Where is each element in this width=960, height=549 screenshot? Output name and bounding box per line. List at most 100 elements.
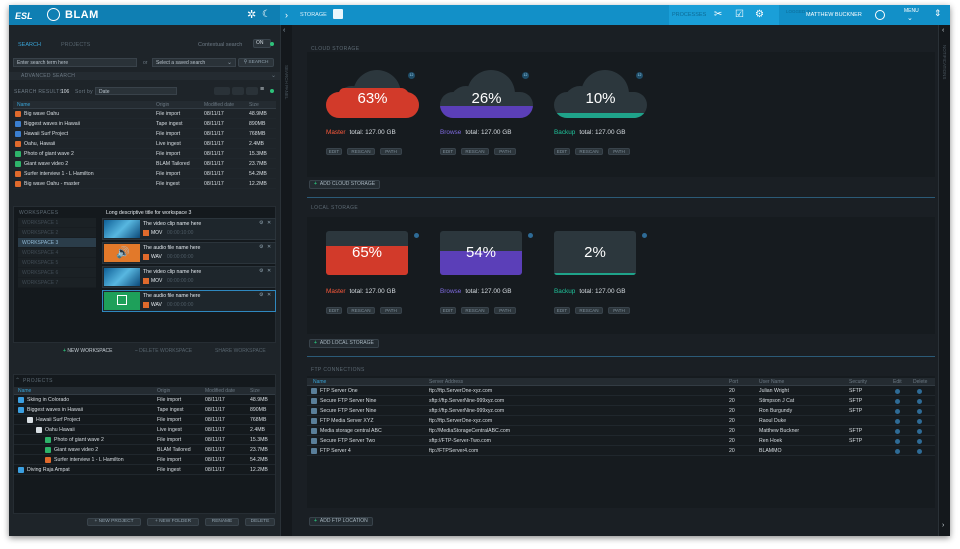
expand-right-icon[interactable]: ‹ [942, 27, 944, 34]
scissors-icon[interactable]: ✂ [714, 5, 722, 25]
ftp-delete-icon[interactable] [917, 419, 922, 424]
workspace-card[interactable]: The video clip name here MOV 00:00:00:00 ⚙ ✕ [102, 266, 276, 288]
cloud-gauge[interactable]: 10% [554, 70, 649, 120]
card-settings-icon[interactable]: ⚙ [259, 292, 263, 298]
projects-collapse-icon[interactable]: ⌃ [15, 377, 20, 384]
local-gauge[interactable]: 54% [440, 231, 522, 275]
breadcrumb-storage[interactable]: STORAGE [300, 12, 327, 18]
chevron-down-icon[interactable]: ⌄ [227, 59, 232, 66]
local-info-icon[interactable] [528, 233, 533, 238]
rescan-button[interactable]: RESCAN [575, 307, 603, 314]
logout-icon[interactable] [875, 10, 885, 20]
ftp-col-security[interactable]: Security [849, 378, 867, 386]
card-settings-icon[interactable]: ⚙ [259, 220, 263, 226]
rename-button[interactable]: RENAME [205, 518, 239, 526]
path-button[interactable]: PATH [608, 307, 630, 314]
view-thumb-icon[interactable] [246, 87, 258, 95]
card-close-icon[interactable]: ✕ [267, 268, 271, 274]
table-row[interactable]: Biggest waves in Hawaii Tape ingest 08/11/… [13, 119, 276, 129]
rescan-button[interactable]: RESCAN [575, 148, 603, 155]
ftp-col-user[interactable]: User Name [759, 378, 784, 386]
user-name[interactable]: MATTHEW BUCKNER [806, 12, 862, 18]
proj-col-origin[interactable]: Origin [157, 387, 170, 395]
card-close-icon[interactable]: ✕ [267, 220, 271, 226]
chevron-right-icon[interactable]: › [285, 5, 288, 25]
project-row[interactable]: Biggest waves in Hawaii Tape ingest 08/11/… [14, 405, 275, 415]
workspace-item[interactable]: WORKSPACE 3 [18, 238, 96, 248]
rescan-button[interactable]: RESCAN [461, 148, 489, 155]
edit-button[interactable]: EDIT [554, 307, 570, 314]
edit-button[interactable]: EDIT [326, 148, 342, 155]
add-local-storage-button[interactable]: + ADD LOCAL STORAGE [309, 339, 379, 348]
table-row[interactable]: Photo of giant wave 2 File import 08/11/17… [13, 149, 276, 159]
night-mode-icon[interactable]: ☾ [262, 5, 271, 25]
ftp-col-name[interactable]: Name [313, 378, 326, 386]
ftp-edit-icon[interactable] [895, 429, 900, 434]
workspace-item[interactable]: WORKSPACE 6 [18, 268, 96, 278]
approve-icon[interactable]: ☑ [735, 5, 744, 25]
cloud-badge[interactable]: 12 [408, 72, 415, 79]
edit-button[interactable]: EDIT [554, 148, 570, 155]
ftp-edit-icon[interactable] [895, 409, 900, 414]
process-gear-icon[interactable]: ⚙ [755, 5, 764, 25]
workspace-card[interactable]: The video clip name here MOV 00:00:10:00 ⚙ ✕ [102, 218, 276, 240]
card-settings-icon[interactable]: ⚙ [259, 268, 263, 274]
card-close-icon[interactable]: ✕ [267, 244, 271, 250]
ftp-row[interactable]: FTP Server One ftp://ftp.ServerOne-xyz.co… [307, 386, 935, 396]
local-info-icon[interactable] [414, 233, 419, 238]
ftp-edit-icon[interactable] [895, 449, 900, 454]
edit-button[interactable]: EDIT [440, 148, 456, 155]
path-button[interactable]: PATH [494, 307, 516, 314]
local-gauge[interactable]: 2% [554, 231, 636, 275]
col-size[interactable]: Size [249, 101, 259, 109]
ftp-delete-icon[interactable] [917, 399, 922, 404]
workspace-item[interactable]: WORKSPACE 4 [18, 248, 96, 258]
workspace-item[interactable]: WORKSPACE 5 [18, 258, 96, 268]
table-row[interactable]: Giant wave video 2 BLAM Tailored 08/11/17 2… [13, 159, 276, 169]
card-settings-icon[interactable]: ⚙ [259, 244, 263, 250]
ftp-edit-icon[interactable] [895, 399, 900, 404]
new-workspace-button[interactable]: + NEW WORKSPACE [63, 348, 113, 354]
view-details-icon[interactable]: ≡ [260, 86, 264, 93]
project-row[interactable]: Hawaii Surf Project File import 08/11/17 76… [14, 415, 275, 425]
project-row[interactable]: Giant wave video 2 BLAM Tailored 08/11/17 2… [14, 445, 275, 455]
advanced-chevron-icon[interactable]: ⌄ [271, 72, 276, 79]
workspace-item[interactable]: WORKSPACE 2 [18, 228, 96, 238]
rescan-button[interactable]: RESCAN [461, 307, 489, 314]
ftp-delete-icon[interactable] [917, 389, 922, 394]
search-input[interactable]: Enter search term here [13, 58, 137, 67]
ftp-row[interactable]: Secure FTP Server Nine sftp://ftp.ServerN… [307, 396, 935, 406]
contextual-toggle[interactable]: ON [253, 39, 271, 48]
collapse-left-icon[interactable]: ‹ [283, 27, 285, 34]
rescan-button[interactable]: RESCAN [347, 307, 375, 314]
project-row[interactable]: Diving Raja Ampat File ingest 08/11/17 12.2… [14, 465, 275, 475]
project-row[interactable]: Surfer interview 1 - L Hamilton File impo… [14, 455, 275, 465]
workspace-card[interactable]: 🔊 The audio file name here WAV 00:00:00:00 ⚙… [102, 242, 276, 264]
sort-select[interactable]: Date [95, 87, 177, 95]
workspace-card[interactable]: The audio file name here WAV 00:00:00:00 ⚙ ✕ [102, 290, 276, 312]
table-row[interactable]: Surfer interview 1 - L Hamilton File impo… [13, 169, 276, 179]
cloud-badge[interactable]: 12 [636, 72, 643, 79]
proj-col-size[interactable]: Size [250, 387, 260, 395]
path-button[interactable]: PATH [380, 307, 402, 314]
new-folder-button[interactable]: + NEW FOLDER [147, 518, 199, 526]
search-button[interactable]: ⚲ SEARCH [238, 58, 274, 67]
workspace-item[interactable]: WORKSPACE 1 [18, 218, 96, 228]
path-button[interactable]: PATH [494, 148, 516, 155]
path-button[interactable]: PATH [380, 148, 402, 155]
delete-project-button[interactable]: DELETE [245, 518, 275, 526]
ftp-row[interactable]: FTP Server 4 ftp://FTPServer4.com 20 BLAMMO [307, 446, 935, 456]
table-row[interactable]: Big wave Oahu File import 08/11/17 48.9MB [13, 109, 276, 119]
advanced-search-bar[interactable]: ADVANCED SEARCH ⌄ [9, 72, 280, 80]
notifications-strip[interactable]: ‹ NOTIFICATIONS › [938, 25, 950, 536]
table-row[interactable]: Hawaii Surf Project File import 08/11/17 76… [13, 129, 276, 139]
ftp-edit-icon[interactable] [895, 439, 900, 444]
delete-workspace-button[interactable]: – DELETE WORKSPACE [135, 348, 192, 354]
col-name[interactable]: Name [17, 101, 30, 109]
ftp-edit-icon[interactable] [895, 389, 900, 394]
ftp-delete-icon[interactable] [917, 429, 922, 434]
tab-search[interactable]: SEARCH [18, 42, 41, 48]
ftp-delete-icon[interactable] [917, 409, 922, 414]
edit-button[interactable]: EDIT [326, 307, 342, 314]
ftp-col-port[interactable]: Port [729, 378, 738, 386]
